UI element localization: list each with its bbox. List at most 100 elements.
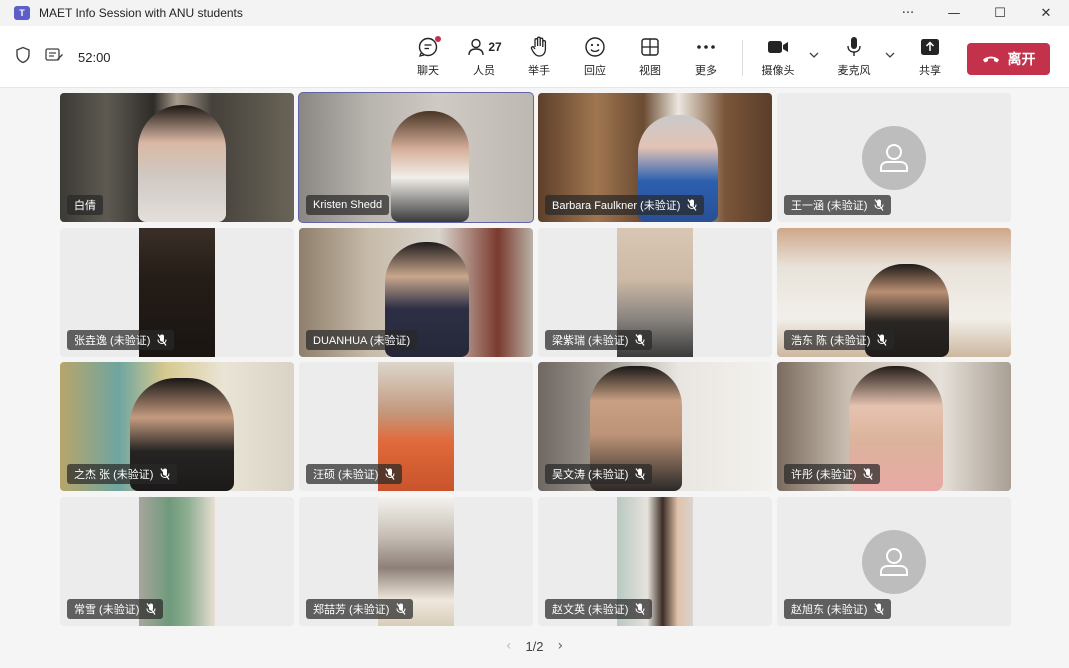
smiley-icon xyxy=(584,34,606,60)
video-gallery: 白倩 Kristen Shedd Barbara Faulkner (未验证) … xyxy=(0,88,1069,668)
mic-off-icon xyxy=(157,334,167,346)
raise-hand-button[interactable]: 举手 xyxy=(513,34,565,82)
chat-button[interactable]: 聊天 xyxy=(402,34,454,82)
shield-icon[interactable] xyxy=(14,46,32,68)
mic-off-icon xyxy=(877,334,887,346)
participant-figure xyxy=(391,111,469,222)
participant-name-tag: 郑喆芳 (未验证) xyxy=(306,599,414,619)
participant-name: 白倩 xyxy=(74,200,96,212)
participant-tile-speaking[interactable]: Kristen Shedd xyxy=(298,92,534,223)
window-more-button[interactable]: ··· xyxy=(885,0,931,26)
participant-tile[interactable]: 张垚逸 (未验证) xyxy=(60,228,294,357)
next-page-chevron-right-icon[interactable]: › xyxy=(558,638,564,654)
mic-off-icon xyxy=(863,468,873,480)
teams-logo-icon: T xyxy=(14,6,30,20)
participant-name: Kristen Shedd xyxy=(313,199,383,211)
participant-tile[interactable]: 赵文英 (未验证) xyxy=(538,497,772,626)
participant-name-tag: 赵旭东 (未验证) xyxy=(784,599,892,619)
participant-tile[interactable]: 吴文涛 (未验证) xyxy=(538,362,772,491)
hang-up-phone-icon xyxy=(982,51,1000,67)
participant-tile[interactable]: 白倩 xyxy=(60,93,294,222)
participant-tile[interactable]: Barbara Faulkner (未验证) xyxy=(538,93,772,222)
maximize-button[interactable]: ☐ xyxy=(977,0,1023,26)
participant-name: 梁紫瑞 (未验证) xyxy=(552,335,629,347)
participant-tile[interactable]: 汪硕 (未验证) xyxy=(299,362,533,491)
react-label: 回应 xyxy=(584,65,606,77)
participant-name: 王一涵 (未验证) xyxy=(791,200,868,212)
participant-name: 浩东 陈 (未验证) xyxy=(791,335,871,347)
people-icon: 27 xyxy=(466,34,502,60)
participant-name: 吴文涛 (未验证) xyxy=(552,469,629,481)
more-button[interactable]: 更多 xyxy=(680,34,732,82)
participant-tile[interactable]: 郑喆芳 (未验证) xyxy=(299,497,533,626)
leave-label: 离开 xyxy=(1007,51,1036,67)
participant-name-tag: 之杰 张 (未验证) xyxy=(67,464,178,484)
view-button[interactable]: 视图 xyxy=(624,34,676,82)
share-label: 共享 xyxy=(919,65,941,77)
people-count: 27 xyxy=(488,40,502,54)
participant-tile[interactable]: 常雪 (未验证) xyxy=(60,497,294,626)
raise-hand-label: 举手 xyxy=(528,65,550,77)
participant-tile[interactable]: 许彤 (未验证) xyxy=(777,362,1011,491)
participant-tile[interactable]: 之杰 张 (未验证) xyxy=(60,362,294,491)
leave-button[interactable]: 离开 xyxy=(967,43,1050,75)
participant-tile[interactable]: 王一涵 (未验证) xyxy=(777,93,1011,222)
mic-off-icon xyxy=(635,334,645,346)
mic-label: 麦克风 xyxy=(837,65,871,77)
mic-options-chevron-down-icon[interactable] xyxy=(883,48,897,62)
minimize-button[interactable]: — xyxy=(931,0,977,26)
mic-off-icon xyxy=(385,468,395,480)
mic-off-icon xyxy=(687,199,697,211)
window-title: MAET Info Session with ANU students xyxy=(39,6,243,20)
toolbar-divider xyxy=(742,40,743,76)
close-button[interactable]: ✕ xyxy=(1023,0,1069,26)
chat-icon xyxy=(417,34,441,60)
notes-icon[interactable] xyxy=(44,46,64,68)
participant-name-tag: 白倩 xyxy=(67,195,103,215)
participant-name-tag: 汪硕 (未验证) xyxy=(306,464,403,484)
participant-name-tag: DUANHUA (未验证) xyxy=(306,330,418,350)
participant-tile[interactable]: 梁紫瑞 (未验证) xyxy=(538,228,772,357)
participant-name-tag: Kristen Shedd xyxy=(306,195,390,215)
participant-name: 常雪 (未验证) xyxy=(74,604,140,616)
meeting-toolbar: 52:00 聊天 27 人员 举手 回应 视图 更多 摄像头 麦克风 共享 离开 xyxy=(0,26,1069,88)
share-button[interactable]: 共享 xyxy=(904,34,956,82)
share-tray-icon xyxy=(920,34,940,60)
react-button[interactable]: 回应 xyxy=(569,34,621,82)
mic-off-icon xyxy=(146,603,156,615)
page-indicator: 1/2 xyxy=(525,638,544,654)
camera-label: 摄像头 xyxy=(761,65,795,77)
person-icon xyxy=(880,144,908,172)
participant-name-tag: 王一涵 (未验证) xyxy=(784,195,892,215)
participant-tile[interactable]: DUANHUA (未验证) xyxy=(299,228,533,357)
participant-name-tag: 赵文英 (未验证) xyxy=(545,599,653,619)
hand-icon xyxy=(529,34,549,60)
avatar xyxy=(862,126,926,190)
gallery-pager: ‹ 1/2 › xyxy=(0,636,1069,656)
camera-icon xyxy=(767,34,789,60)
participant-name: 许彤 (未验证) xyxy=(791,469,857,481)
participant-name-tag: 梁紫瑞 (未验证) xyxy=(545,330,653,350)
participant-tile[interactable]: 浩东 陈 (未验证) xyxy=(777,228,1011,357)
participant-tile[interactable]: 赵旭东 (未验证) xyxy=(777,497,1011,626)
camera-button[interactable]: 摄像头 xyxy=(752,34,804,82)
more-label: 更多 xyxy=(695,65,717,77)
window-controls: ··· — ☐ ✕ xyxy=(885,0,1069,26)
camera-options-chevron-down-icon[interactable] xyxy=(807,48,821,62)
mic-off-icon xyxy=(874,603,884,615)
previous-page-chevron-left-icon[interactable]: ‹ xyxy=(506,638,512,654)
mic-button[interactable]: 麦克风 xyxy=(828,34,880,82)
participant-name-tag: 吴文涛 (未验证) xyxy=(545,464,653,484)
more-dots-icon xyxy=(696,34,716,60)
participant-name-tag: 常雪 (未验证) xyxy=(67,599,164,619)
mic-off-icon xyxy=(160,468,170,480)
participant-name: 郑喆芳 (未验证) xyxy=(313,604,390,616)
participant-name: 之杰 张 (未验证) xyxy=(74,469,154,481)
title-bar: T MAET Info Session with ANU students ··… xyxy=(0,0,1069,26)
view-label: 视图 xyxy=(639,65,661,77)
participant-name: 汪硕 (未验证) xyxy=(313,469,379,481)
mic-off-icon xyxy=(874,199,884,211)
participant-name: 赵文英 (未验证) xyxy=(552,604,629,616)
participant-name: 张垚逸 (未验证) xyxy=(74,335,151,347)
people-button[interactable]: 27 人员 xyxy=(458,34,510,82)
